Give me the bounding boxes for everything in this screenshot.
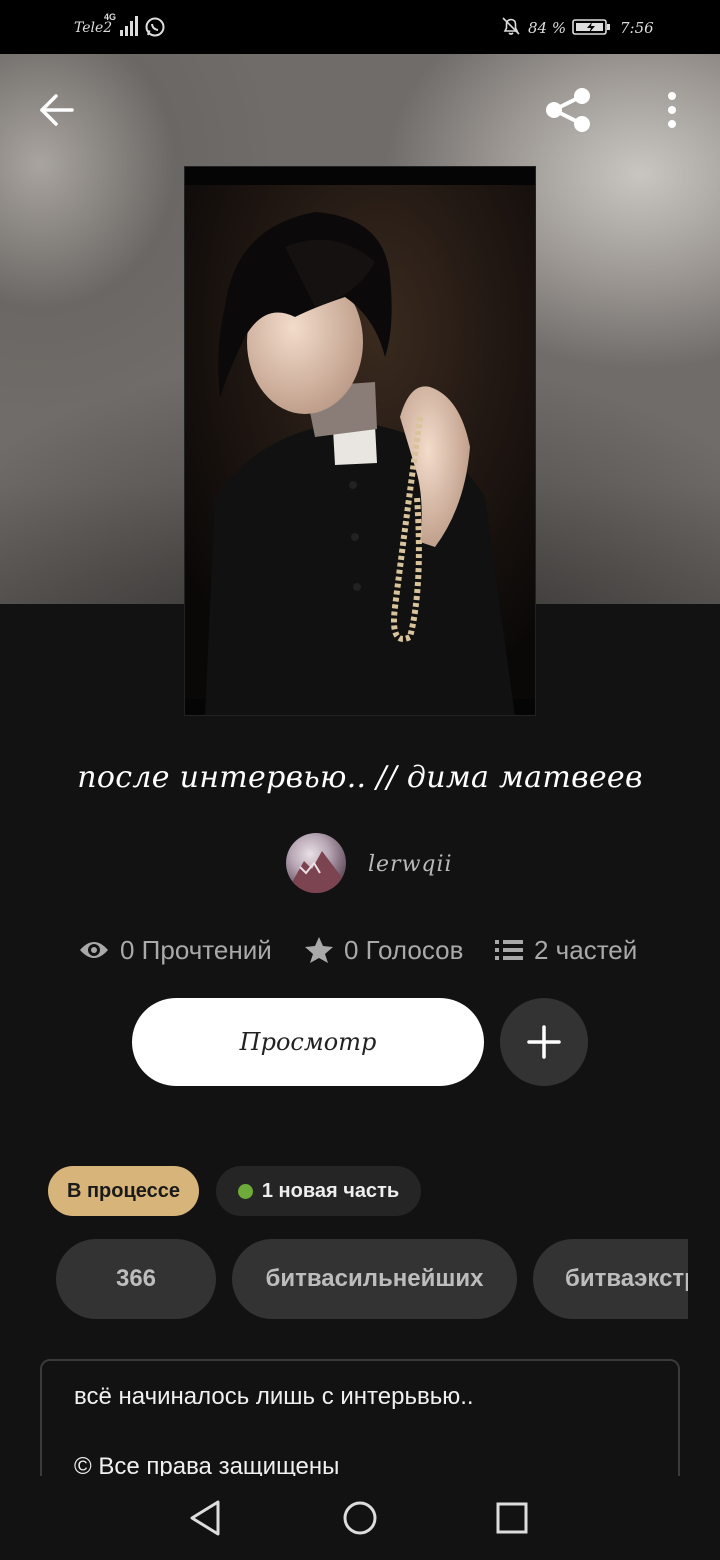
tag-chip[interactable]: битваэкстрасенсов — [533, 1239, 688, 1319]
story-title: после интервью.. // дима матвеев — [77, 760, 643, 795]
nav-back-icon[interactable] — [184, 1496, 228, 1540]
new-part-badge: 1 новая часть — [216, 1166, 421, 1216]
parts-stat: 2 частей — [494, 930, 637, 970]
story-stats: 0 Прочтений 0 Голосов 2 частей — [78, 930, 668, 970]
back-arrow-icon[interactable] — [30, 86, 82, 134]
reads-stat: 0 Прочтений — [78, 930, 272, 970]
list-icon — [495, 940, 523, 960]
votes-stat: 0 Голосов — [304, 930, 463, 970]
author-name[interactable]: lerwqii — [368, 852, 453, 877]
reads-count: 0 Прочтений — [120, 934, 272, 965]
story-cover-image — [184, 166, 536, 716]
status-badge: В процессе — [48, 1166, 199, 1216]
cover-illustration — [185, 167, 535, 715]
votes-count: 0 Голосов — [344, 934, 464, 965]
muted-bell-icon — [502, 17, 520, 35]
add-to-library-button[interactable] — [500, 998, 588, 1086]
status-bar: Tele2 4G 84 % 7:56 — [0, 0, 720, 54]
nav-recents-icon[interactable] — [490, 1496, 534, 1540]
battery-percent: 84 % — [528, 19, 567, 37]
nav-home-icon[interactable] — [338, 1496, 382, 1540]
author-avatar[interactable] — [286, 833, 346, 893]
tag-chip[interactable]: 366 — [56, 1239, 216, 1319]
plus-icon — [527, 1025, 561, 1059]
system-nav-bar — [0, 1476, 720, 1560]
new-indicator-dot — [237, 1183, 253, 1199]
tag-list: 366 битвасильнейших битваэкстрасенсов — [56, 1239, 688, 1319]
signal-icon — [120, 16, 138, 36]
description-line: всё начиналось лишь с интерьвью.. — [74, 1383, 474, 1410]
new-part-label: 1 новая часть — [261, 1179, 400, 1202]
share-icon[interactable] — [540, 84, 596, 136]
avatar-image — [286, 851, 346, 893]
star-icon — [305, 937, 333, 963]
battery-icon — [572, 19, 610, 35]
clock: 7:56 — [620, 19, 654, 37]
parts-count: 2 частей — [534, 934, 638, 965]
whatsapp-icon — [145, 17, 165, 37]
tag-chip[interactable]: битвасильнейших — [232, 1239, 517, 1319]
read-button[interactable]: Просмотр — [132, 998, 484, 1086]
eye-icon — [80, 942, 108, 958]
more-vertical-icon[interactable] — [652, 88, 692, 132]
